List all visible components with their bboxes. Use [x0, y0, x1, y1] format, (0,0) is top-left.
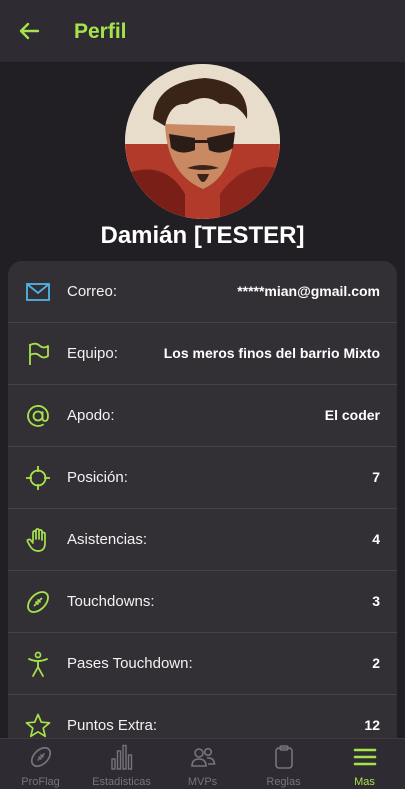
field-row-touchdowns: Touchdowns: 3	[8, 571, 397, 633]
field-value: 7	[372, 469, 380, 485]
user-name: Damián [TESTER]	[100, 222, 305, 249]
football-icon	[28, 744, 54, 770]
menu-icon	[352, 744, 378, 770]
nav-item-reglas[interactable]: Reglas	[243, 739, 324, 789]
nav-label: Reglas	[266, 776, 301, 788]
field-label: Apodo:	[67, 407, 115, 424]
field-label: Equipo:	[67, 345, 118, 362]
nav-label: Estadisticas	[92, 776, 151, 788]
bottom-navigation: ProFlag Estadisticas MVPs Reglas Mas	[0, 738, 405, 789]
field-value: 3	[372, 593, 380, 609]
crosshair-icon	[24, 464, 52, 492]
page-title: Perfil	[74, 20, 127, 43]
bar-chart-icon	[109, 744, 135, 770]
field-value: 4	[372, 531, 380, 547]
nav-label: ProFlag	[21, 776, 60, 788]
field-label: Correo:	[67, 283, 118, 300]
users-icon	[190, 744, 216, 770]
field-label: Asistencias:	[67, 531, 148, 548]
arrow-left-icon[interactable]	[16, 18, 42, 44]
avatar	[125, 64, 280, 219]
flag-icon	[24, 340, 52, 368]
nav-item-mvps[interactable]: MVPs	[162, 739, 243, 789]
field-row-td-passes: Pases Touchdown: 2	[8, 633, 397, 695]
mail-icon	[24, 278, 52, 306]
nav-label: Mas	[354, 776, 375, 788]
field-value: 2	[372, 655, 380, 671]
field-label: Touchdowns:	[67, 593, 155, 610]
at-icon	[24, 402, 52, 430]
profile-details-card: Correo: *****mian@gmail.com Equipo: Los …	[8, 261, 397, 761]
field-label: Pases Touchdown:	[67, 655, 193, 672]
star-icon	[24, 712, 52, 740]
hand-icon	[24, 526, 52, 554]
clipboard-icon	[271, 744, 297, 770]
field-label: Puntos Extra:	[67, 717, 158, 734]
field-value: Los meros finos del barrio Mixto	[163, 345, 380, 361]
field-row-team: Equipo: Los meros finos del barrio Mixto	[8, 323, 397, 385]
field-row-assists: Asistencias: 4	[8, 509, 397, 571]
field-row-nickname: Apodo: El coder	[8, 385, 397, 447]
nav-label: MVPs	[187, 776, 218, 788]
field-row-email: Correo: *****mian@gmail.com	[8, 261, 397, 323]
field-value: 12	[364, 717, 380, 733]
nav-item-proflag[interactable]: ProFlag	[0, 739, 81, 789]
field-row-position: Posición: 7	[8, 447, 397, 509]
nav-item-mas[interactable]: Mas	[324, 739, 405, 789]
field-value: *****mian@gmail.com	[237, 283, 380, 299]
nav-item-estadisticas[interactable]: Estadisticas	[81, 739, 162, 789]
field-value: El coder	[324, 407, 380, 423]
field-label: Posición:	[67, 469, 128, 486]
person-arms-up-icon	[24, 650, 52, 678]
football-icon	[24, 588, 52, 616]
top-app-bar: Perfil	[0, 0, 405, 62]
